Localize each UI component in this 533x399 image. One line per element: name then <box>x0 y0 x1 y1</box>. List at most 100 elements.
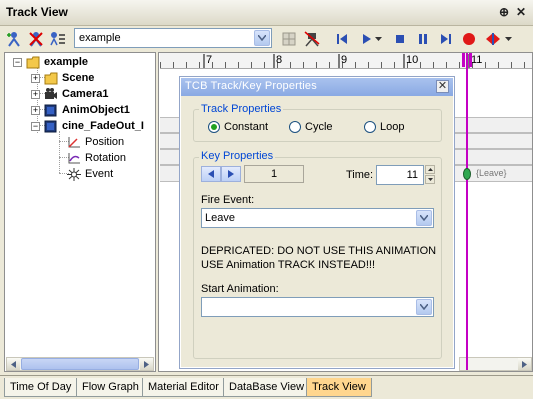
playhead-handle[interactable] <box>462 53 472 67</box>
window-title: Track View <box>6 5 68 19</box>
event-key-label: {Leave} <box>476 168 507 178</box>
dialog-titlebar[interactable]: TCB Track/Key Properties ✕ <box>181 78 453 96</box>
fire-event-select[interactable]: Leave <box>201 208 434 228</box>
track-properties-title: Track Properties <box>199 103 284 115</box>
key-marker-icon <box>463 168 471 180</box>
add-node-button[interactable] <box>4 29 24 49</box>
tab-database-view[interactable]: DataBase View <box>223 378 311 397</box>
rotation-icon <box>68 152 80 163</box>
chevron-down-icon[interactable] <box>416 210 432 226</box>
scroll-right-icon[interactable] <box>518 358 531 370</box>
key-properties-group <box>193 157 442 359</box>
stop-button[interactable] <box>390 29 410 49</box>
timeline-horizontal-scrollbar[interactable] <box>459 357 532 371</box>
dialog-close-button[interactable]: ✕ <box>436 80 449 93</box>
tree-node-label: cine_FadeOut_I <box>62 120 144 132</box>
tab-flow-graph[interactable]: Flow Graph <box>76 378 145 397</box>
tree-node-rotation[interactable]: Rotation <box>67 150 126 166</box>
tcb-key-properties-dialog: TCB Track/Key Properties ✕ Track Propert… <box>179 76 455 369</box>
pin-icon[interactable]: ⊕ <box>497 5 511 19</box>
window-titlebar: Track View ⊕ ✕ <box>0 0 533 26</box>
tree-node-scene[interactable]: + Scene <box>31 70 94 86</box>
tree-node-label: AnimObject1 <box>62 104 130 116</box>
time-spin-down[interactable] <box>425 175 435 184</box>
start-animation-label: Start Animation: <box>201 283 279 295</box>
scroll-thumb[interactable] <box>21 358 139 370</box>
radio-label: Loop <box>380 121 405 133</box>
collapse-icon[interactable]: − <box>31 121 40 131</box>
radio-constant[interactable]: Constant <box>208 121 268 133</box>
node-list-icon <box>50 32 65 46</box>
node-list-button[interactable] <box>48 29 68 49</box>
pause-button[interactable] <box>413 29 433 49</box>
fire-event-label: Fire Event: <box>201 194 255 206</box>
next-key-button[interactable] <box>221 166 241 182</box>
deprecation-warning-line1: DEPRICATED: DO NOT USE THIS ANIMATION <box>201 245 437 257</box>
tab-material-editor[interactable]: Material Editor <box>142 378 225 397</box>
play-options-button[interactable] <box>372 29 384 49</box>
key-properties-title: Key Properties <box>199 150 276 162</box>
tree-node-example[interactable]: − example <box>13 54 88 70</box>
tree-node-label: Position <box>85 136 125 148</box>
tree-node-position[interactable]: Position <box>67 134 124 150</box>
folder-icon <box>26 56 40 68</box>
stop-icon <box>396 35 404 43</box>
window-close-button[interactable]: ✕ <box>514 5 528 19</box>
key-mode-options-button[interactable] <box>502 29 514 49</box>
chevron-down-icon <box>504 36 512 41</box>
skip-back-icon <box>337 34 347 44</box>
tree-node-label: Scene <box>62 72 95 84</box>
scroll-left-icon[interactable] <box>7 358 20 370</box>
tree-node-camera1[interactable]: + Camera1 <box>31 86 108 102</box>
track-select-value: example <box>79 32 121 44</box>
tree-node-label: example <box>44 56 89 68</box>
entity-icon <box>44 120 57 132</box>
dialog-title: TCB Track/Key Properties <box>185 80 317 92</box>
arrow-right-icon <box>228 170 234 178</box>
event-key[interactable] <box>463 168 471 183</box>
track-select[interactable]: example <box>74 28 272 48</box>
radio-cycle[interactable]: Cycle <box>289 121 333 133</box>
bottom-tab-bar: Time Of Day Flow Graph Material Editor D… <box>0 375 533 399</box>
tree-node-event[interactable]: Event <box>67 166 113 182</box>
radio-unselected-icon <box>364 121 376 133</box>
tree-horizontal-scrollbar[interactable] <box>6 357 154 371</box>
expand-icon[interactable]: + <box>31 105 40 115</box>
chevron-down-icon[interactable] <box>416 299 432 315</box>
expand-icon[interactable]: + <box>31 89 40 99</box>
tree-node-cine-fadeout[interactable]: − cine_FadeOut_I <box>31 118 144 134</box>
time-input[interactable]: 11 <box>376 165 424 185</box>
playhead[interactable] <box>466 53 468 370</box>
camera-icon <box>304 31 320 47</box>
remove-node-icon <box>29 32 43 47</box>
collapse-icon[interactable]: − <box>13 57 22 67</box>
radio-loop[interactable]: Loop <box>364 121 404 133</box>
expand-icon[interactable]: + <box>31 73 40 83</box>
tree-node-animobject1[interactable]: + AnimObject1 <box>31 102 130 118</box>
go-to-start-button[interactable] <box>332 29 352 49</box>
remove-node-button[interactable] <box>26 29 46 49</box>
record-mode-button[interactable] <box>279 29 299 49</box>
camera-button[interactable] <box>302 29 322 49</box>
folder-icon <box>44 72 58 84</box>
scroll-right-icon[interactable] <box>140 358 153 370</box>
radio-label: Cycle <box>305 121 333 133</box>
entity-icon <box>44 104 57 116</box>
chevron-down-icon[interactable] <box>254 30 270 46</box>
time-spin-up[interactable] <box>425 165 435 174</box>
tab-track-view[interactable]: Track View <box>306 378 372 397</box>
previous-key-button[interactable] <box>201 166 221 182</box>
key-index-display: 1 <box>244 165 304 183</box>
camera-icon <box>45 87 57 99</box>
record-button[interactable] <box>459 29 479 49</box>
start-animation-select[interactable] <box>201 297 434 317</box>
tab-time-of-day[interactable]: Time Of Day <box>4 378 78 397</box>
deprecation-warning-line2: USE Animation TRACK INSTEAD!!! <box>201 259 376 271</box>
radio-unselected-icon <box>289 121 301 133</box>
node-tree: − example + Scene + Camera1 + AnimObject… <box>4 52 156 372</box>
toolbar: example <box>0 26 533 52</box>
record-icon <box>463 33 475 45</box>
go-to-end-button[interactable] <box>436 29 456 49</box>
key-mode-button[interactable] <box>483 29 503 49</box>
position-axis-icon <box>68 136 80 148</box>
